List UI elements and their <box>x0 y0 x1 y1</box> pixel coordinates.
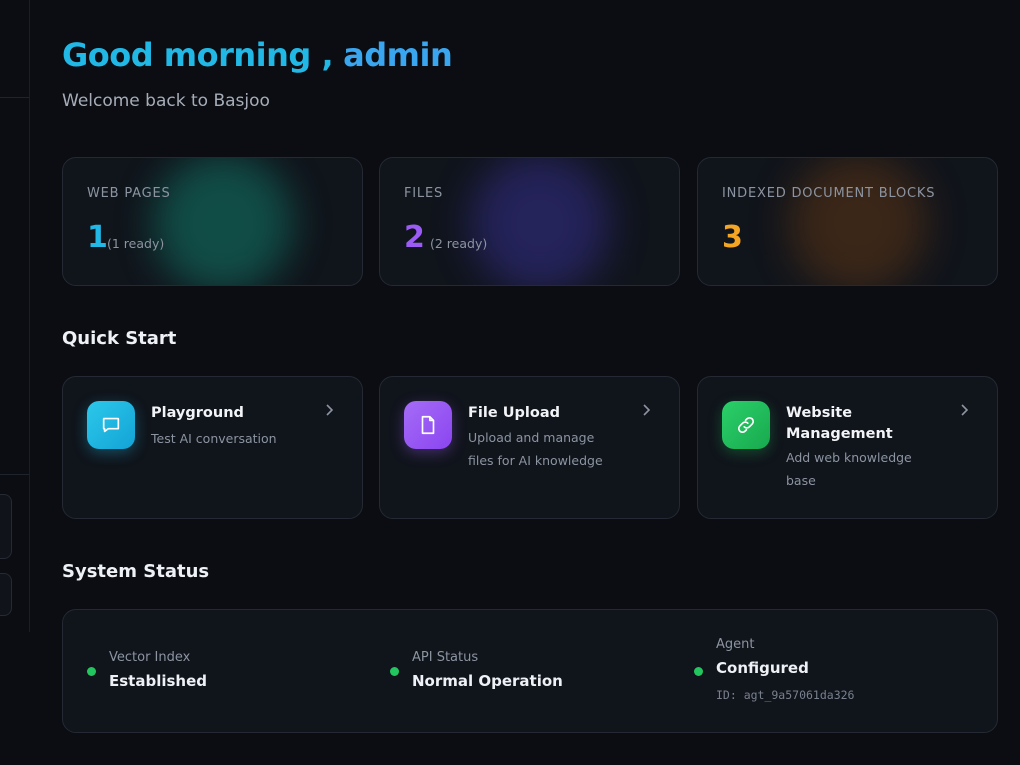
stat-value: 2 <box>404 220 425 255</box>
sidebar-collapsed-item[interactable] <box>0 573 12 616</box>
card-glow <box>470 158 610 285</box>
section-title-system-status: System Status <box>62 561 210 582</box>
stat-card-indexed-blocks: INDEXED DOCUMENT BLOCKS 3 <box>697 157 998 286</box>
system-status-panel: Vector Index Established API Status Norm… <box>62 609 998 733</box>
agent-id: ID: agt_9a57061da326 <box>716 688 855 702</box>
status-dot-icon <box>87 667 96 676</box>
status-value: Configured <box>716 659 809 677</box>
status-value: Established <box>109 672 208 690</box>
status-dot-icon <box>694 667 703 676</box>
sidebar-collapsed-item[interactable] <box>0 494 12 559</box>
quick-start-desc: Test AI conversation <box>151 431 277 446</box>
quick-start-desc: Upload and manage files for AI knowledge <box>468 430 603 468</box>
chat-icon <box>87 401 135 449</box>
stat-value: 3 <box>722 220 743 255</box>
status-label: Agent <box>716 637 755 652</box>
chevron-right-icon <box>326 404 334 416</box>
chevron-right-icon <box>643 404 651 416</box>
chevron-right-icon <box>961 404 969 416</box>
quick-start-desc: Add web knowledge base <box>786 450 912 488</box>
stat-card-web-pages: WEB PAGES 1 (1 ready) <box>62 157 363 286</box>
card-glow <box>153 158 293 285</box>
quick-start-title: Playground <box>151 405 244 421</box>
section-title-quick-start: Quick Start <box>62 328 177 349</box>
page-title: Good morning , admin <box>62 36 453 74</box>
sidebar-divider <box>0 474 29 475</box>
quick-start-website-management[interactable]: Website Management Add web knowledge bas… <box>697 376 998 519</box>
card-glow <box>788 158 928 285</box>
stat-sub: (2 ready) <box>430 236 488 251</box>
quick-start-playground[interactable]: Playground Test AI conversation <box>62 376 363 519</box>
stat-card-files: FILES 2 (2 ready) <box>379 157 680 286</box>
stat-label: INDEXED DOCUMENT BLOCKS <box>722 186 936 201</box>
quick-start-file-upload[interactable]: File Upload Upload and manage files for … <box>379 376 680 519</box>
stat-label: FILES <box>404 186 444 201</box>
status-dot-icon <box>390 667 399 676</box>
quick-start-title: File Upload <box>468 405 560 421</box>
user-name: admin <box>343 36 453 74</box>
sidebar-divider <box>0 97 29 98</box>
status-label: API Status <box>412 650 479 665</box>
stat-sub: (1 ready) <box>107 236 165 251</box>
page-subtitle: Welcome back to Basjoo <box>62 91 270 111</box>
stat-value: 1 <box>87 220 108 255</box>
stat-label: WEB PAGES <box>87 186 171 201</box>
status-value: Normal Operation <box>412 672 563 690</box>
quick-start-title: Website Management <box>786 405 893 442</box>
greeting-text: Good morning , <box>62 36 334 74</box>
link-icon <box>722 401 770 449</box>
file-icon <box>404 401 452 449</box>
status-label: Vector Index <box>109 650 191 665</box>
